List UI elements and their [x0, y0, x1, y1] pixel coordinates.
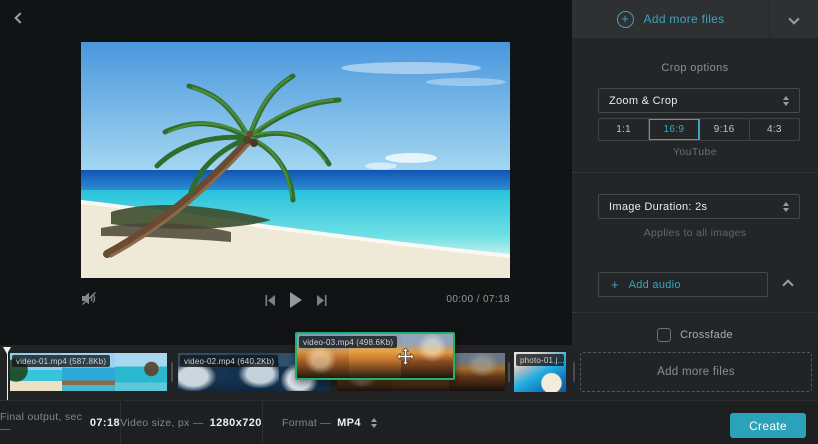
playhead-line	[7, 347, 9, 400]
video-size-info: Video size, px — 1280x720	[120, 401, 262, 444]
timeline-clip-video-01[interactable]: video-01.mp4 (587.8Kb)	[10, 353, 167, 391]
audio-section: + Add audio	[598, 272, 800, 297]
chevron-up-icon	[782, 279, 793, 290]
timeline-add-more-files[interactable]: Add more files	[580, 352, 812, 392]
clip-thumbnail	[449, 353, 505, 391]
editor-area: 00:00 / 07:18	[0, 0, 572, 345]
divider	[572, 312, 818, 313]
select-caret-icon	[371, 418, 377, 428]
divider	[572, 172, 818, 173]
time-display: 00:00 / 07:18	[446, 294, 510, 305]
format-value: MP4	[337, 417, 361, 429]
previous-clip-button[interactable]	[265, 295, 276, 306]
select-caret-icon	[783, 96, 789, 106]
chevron-left-icon	[14, 12, 25, 23]
playback-controls: 00:00 / 07:18	[81, 289, 510, 311]
add-more-files-button[interactable]: + Add more files	[572, 0, 770, 38]
create-button[interactable]: Create	[730, 413, 806, 438]
video-preview[interactable]	[81, 42, 510, 278]
aspect-ratio-1-1[interactable]: 1:1	[599, 119, 649, 140]
bottom-bar: Final output, sec — 07:18 Video size, px…	[0, 400, 818, 444]
clip-label: video-02.mp4 (640.2Kb)	[180, 355, 278, 367]
timeline: video-01.mp4 (587.8Kb) video-02.mp4 (640…	[0, 345, 818, 400]
collapse-audio-button[interactable]	[776, 281, 800, 289]
chevron-down-icon	[788, 13, 799, 24]
image-duration-value: Image Duration: 2s	[609, 201, 707, 213]
playhead[interactable]	[3, 347, 12, 400]
crop-mode-value: Zoom & Crop	[609, 95, 678, 107]
add-audio-label: Add audio	[629, 279, 681, 291]
select-caret-icon	[783, 202, 789, 212]
format-label: Format —	[282, 417, 331, 429]
crossfade-checkbox[interactable]	[657, 328, 671, 342]
preset-label: YouTube	[572, 146, 818, 158]
aspect-ratio-16-9[interactable]: 16:9	[649, 119, 699, 140]
clip-label: video-01.mp4 (587.8Kb)	[12, 355, 110, 367]
crossfade-label: Crossfade	[680, 329, 733, 341]
image-duration-note: Applies to all images	[572, 227, 818, 239]
video-size-value: 1280x720	[210, 417, 262, 429]
clip-separator	[171, 362, 173, 382]
beach-video-frame	[81, 42, 510, 278]
final-output-info: Final output, sec — 07:18	[0, 401, 120, 444]
clip-separator	[573, 362, 575, 382]
aspect-ratio-9-16[interactable]: 9:16	[700, 119, 750, 140]
skip-back-icon	[265, 295, 276, 306]
image-duration-select[interactable]: Image Duration: 2s	[598, 194, 800, 219]
panel-header: + Add more files	[572, 0, 818, 38]
move-cursor-icon	[397, 348, 414, 365]
aspect-ratio-group: 1:1 16:9 9:16 4:3	[598, 118, 800, 141]
next-clip-button[interactable]	[316, 295, 327, 306]
crop-mode-select[interactable]: Zoom & Crop	[598, 88, 800, 113]
plus-circle-icon: +	[617, 11, 634, 28]
right-panel: + Add more files Crop options Zoom & Cro…	[572, 0, 818, 345]
crop-options-title: Crop options	[572, 62, 818, 74]
add-more-files-label: Add more files	[644, 12, 725, 26]
video-editor-app: 00:00 / 07:18 + Add more files Crop opti…	[0, 0, 818, 444]
clip-thumbnail	[115, 353, 167, 391]
clip-label: photo-01.j...	[516, 354, 564, 366]
play-button[interactable]	[289, 292, 303, 308]
final-output-value: 07:18	[90, 417, 120, 429]
video-size-label: Video size, px —	[120, 417, 203, 429]
timeline-clip-photo-01[interactable]: photo-01.j...	[514, 352, 566, 392]
back-button[interactable]	[10, 8, 32, 30]
aspect-ratio-4-3[interactable]: 4:3	[750, 119, 799, 140]
plus-icon: +	[611, 278, 619, 291]
clip-separator	[508, 362, 510, 382]
final-output-label: Final output, sec —	[0, 411, 84, 435]
play-icon	[289, 292, 303, 308]
add-audio-button[interactable]: + Add audio	[598, 272, 768, 297]
format-select[interactable]: Format — MP4	[262, 401, 377, 444]
skip-forward-icon	[316, 295, 327, 306]
timeline-clip-video-03-dragged[interactable]: video-03.mp4 (498.6Kb)	[295, 332, 455, 380]
collapse-panel-button[interactable]	[770, 0, 818, 38]
crossfade-row: Crossfade	[572, 328, 818, 342]
clip-label: video-03.mp4 (498.6Kb)	[299, 336, 397, 348]
